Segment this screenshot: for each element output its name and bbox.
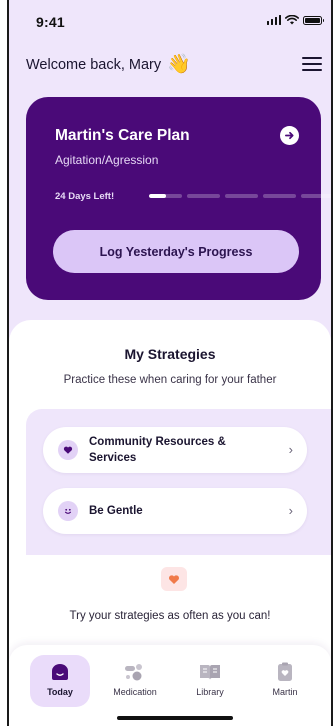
nav-label-today: Today	[47, 687, 73, 697]
care-plan-subtitle: Agitation/Agression	[55, 153, 159, 167]
log-progress-button[interactable]: Log Yesterday's Progress	[53, 230, 299, 273]
bottom-navigation: Today Medication Library Martin	[9, 645, 331, 726]
app-screen: 9:41 Welcome back, Mary 👋 Martin's Care …	[9, 0, 331, 726]
home-indicator	[117, 716, 233, 720]
welcome-text: Welcome back, Mary	[26, 56, 162, 73]
strategy-label: Community Resources & Services	[89, 436, 226, 464]
arrow-right-icon	[285, 131, 294, 140]
pills-icon	[124, 661, 146, 683]
battery-icon	[303, 15, 324, 25]
nav-label-medication: Medication	[113, 687, 157, 697]
progress-segment	[225, 194, 258, 198]
strategy-item-community-resources[interactable]: Community Resources & Services ›	[43, 427, 307, 473]
smile-icon	[58, 501, 78, 521]
nav-item-today[interactable]: Today	[30, 655, 90, 707]
strategy-item-be-gentle[interactable]: Be Gentle ›	[43, 488, 307, 534]
welcome-message: Welcome back, Mary 👋	[26, 55, 191, 74]
nav-label-martin: Martin	[272, 687, 298, 697]
progress-segment	[187, 194, 220, 198]
nav-label-library: Library	[196, 687, 224, 697]
wifi-icon	[285, 15, 299, 25]
status-bar: 9:41	[9, 0, 331, 40]
status-icons	[266, 15, 324, 25]
heart-badge-icon	[161, 567, 187, 591]
care-plan-card[interactable]: Martin's Care Plan Agitation/Agression 2…	[26, 97, 331, 300]
nav-item-martin[interactable]: Martin	[255, 655, 315, 707]
progress-segment	[149, 194, 182, 198]
strategies-panel: Community Resources & Services › Be Gent…	[26, 409, 331, 555]
nav-item-library[interactable]: Library	[180, 655, 240, 707]
chevron-right-icon: ›	[288, 503, 293, 518]
profile-icon	[277, 661, 293, 683]
chevron-right-icon: ›	[288, 442, 293, 457]
book-icon	[199, 661, 221, 683]
status-time: 9:41	[36, 14, 65, 30]
strategy-label: Be Gentle	[89, 505, 143, 517]
strategies-title: My Strategies	[124, 346, 216, 362]
progress-segment	[301, 194, 331, 198]
heart-icon	[58, 440, 78, 460]
strategies-subtitle: Practice these when caring for your fath…	[63, 374, 277, 386]
header: Welcome back, Mary 👋	[9, 48, 331, 82]
device-frame-left	[0, 0, 9, 726]
encouragement-text: Try your strategies as often as you can!	[69, 610, 271, 622]
hamburger-menu-button[interactable]	[301, 55, 323, 73]
days-left-label: 24 Days Left!	[55, 191, 115, 202]
signal-icon	[266, 15, 281, 25]
hamburger-icon	[302, 57, 322, 59]
nav-item-medication[interactable]: Medication	[105, 655, 165, 707]
today-icon	[50, 661, 70, 683]
waving-hand-icon: 👋	[167, 54, 191, 75]
care-plan-title: Martin's Care Plan	[55, 127, 190, 144]
care-plan-open-button[interactable]	[280, 126, 299, 145]
progress-segment	[263, 194, 296, 198]
care-plan-progress	[149, 194, 331, 198]
